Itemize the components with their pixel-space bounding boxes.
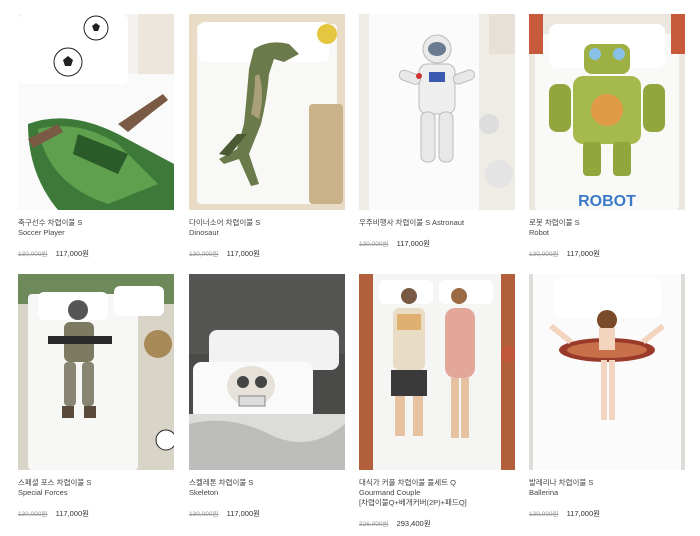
product-subtitle[interactable]: Special Forces — [18, 488, 68, 498]
original-price: 130,000원 — [189, 251, 219, 258]
price-row: 326,000원 293,400원 — [359, 519, 431, 530]
price-row: 130,000원 117,000원 — [189, 509, 260, 520]
product-title[interactable]: 다이너소어 차렵이불 S — [189, 218, 260, 228]
product-subtitle[interactable]: Soccer Player — [18, 228, 65, 238]
original-price: 130,000원 — [18, 511, 48, 518]
product-title[interactable]: 발레리나 차렵이불 S — [529, 478, 593, 488]
sale-price: 293,400원 — [396, 519, 431, 528]
product-title[interactable]: 스켈레톤 차렵이불 S — [189, 478, 253, 488]
original-price: 130,000원 — [359, 241, 389, 248]
price-row: 130,000원 117,000원 — [18, 509, 89, 520]
product-title[interactable]: 축구선수 차렵이불 S — [18, 218, 82, 228]
product-image-gourmand-couple[interactable] — [359, 274, 515, 470]
product-title[interactable]: 스페셜 포스 차렵이불 S — [18, 478, 91, 488]
original-price: 130,000원 — [529, 251, 559, 258]
product-grid: 축구선수 차렵이불 S Soccer Player 130,000원 117,0… — [0, 0, 700, 536]
product-subtitle[interactable]: Skeleton — [189, 488, 218, 498]
price-row: 130,000원 117,000원 — [189, 249, 260, 260]
sale-price: 117,000원 — [226, 249, 261, 258]
price-row: 130,000원 117,000원 — [529, 249, 600, 260]
product-image-astronaut[interactable] — [359, 14, 515, 210]
price-row: 130,000원 117,000원 — [529, 509, 600, 520]
price-row: 130,000원 117,000원 — [18, 249, 89, 260]
product-image-skeleton[interactable] — [189, 274, 345, 470]
product-subtitle[interactable]: Dinosaur — [189, 228, 219, 238]
original-price: 130,000원 — [529, 511, 559, 518]
product-image-robot[interactable]: ROBOT — [529, 14, 685, 210]
product-title[interactable]: 우주비행사 차렵이불 S Astronaut — [359, 218, 464, 228]
product-image-soccer-player[interactable] — [18, 14, 174, 210]
product-image-special-forces[interactable] — [18, 274, 174, 470]
original-price: 130,000원 — [189, 511, 219, 518]
product-set-contents[interactable]: [차렵이불Q+베개커버(2P)+패드Q] — [359, 498, 467, 508]
robot-bedding-print-text: ROBOT — [578, 193, 636, 210]
sale-price: 117,000원 — [566, 249, 601, 258]
product-image-ballerina[interactable] — [529, 274, 685, 470]
product-title[interactable]: 대식가 커플 차렵이불 풀세트 Q — [359, 478, 456, 488]
sale-price: 117,000원 — [566, 509, 601, 518]
original-price: 326,000원 — [359, 521, 389, 528]
sale-price: 117,000원 — [396, 239, 431, 248]
sale-price: 117,000원 — [55, 509, 90, 518]
product-title[interactable]: 로봇 차렵이불 S — [529, 218, 580, 228]
product-subtitle[interactable]: Gourmand Couple — [359, 488, 420, 498]
sale-price: 117,000원 — [226, 509, 261, 518]
sale-price: 117,000원 — [55, 249, 90, 258]
original-price: 130,000원 — [18, 251, 48, 258]
product-image-dinosaur[interactable] — [189, 14, 345, 210]
product-subtitle[interactable]: Ballerina — [529, 488, 558, 498]
price-row: 130,000원 117,000원 — [359, 239, 430, 250]
product-subtitle[interactable]: Robot — [529, 228, 549, 238]
